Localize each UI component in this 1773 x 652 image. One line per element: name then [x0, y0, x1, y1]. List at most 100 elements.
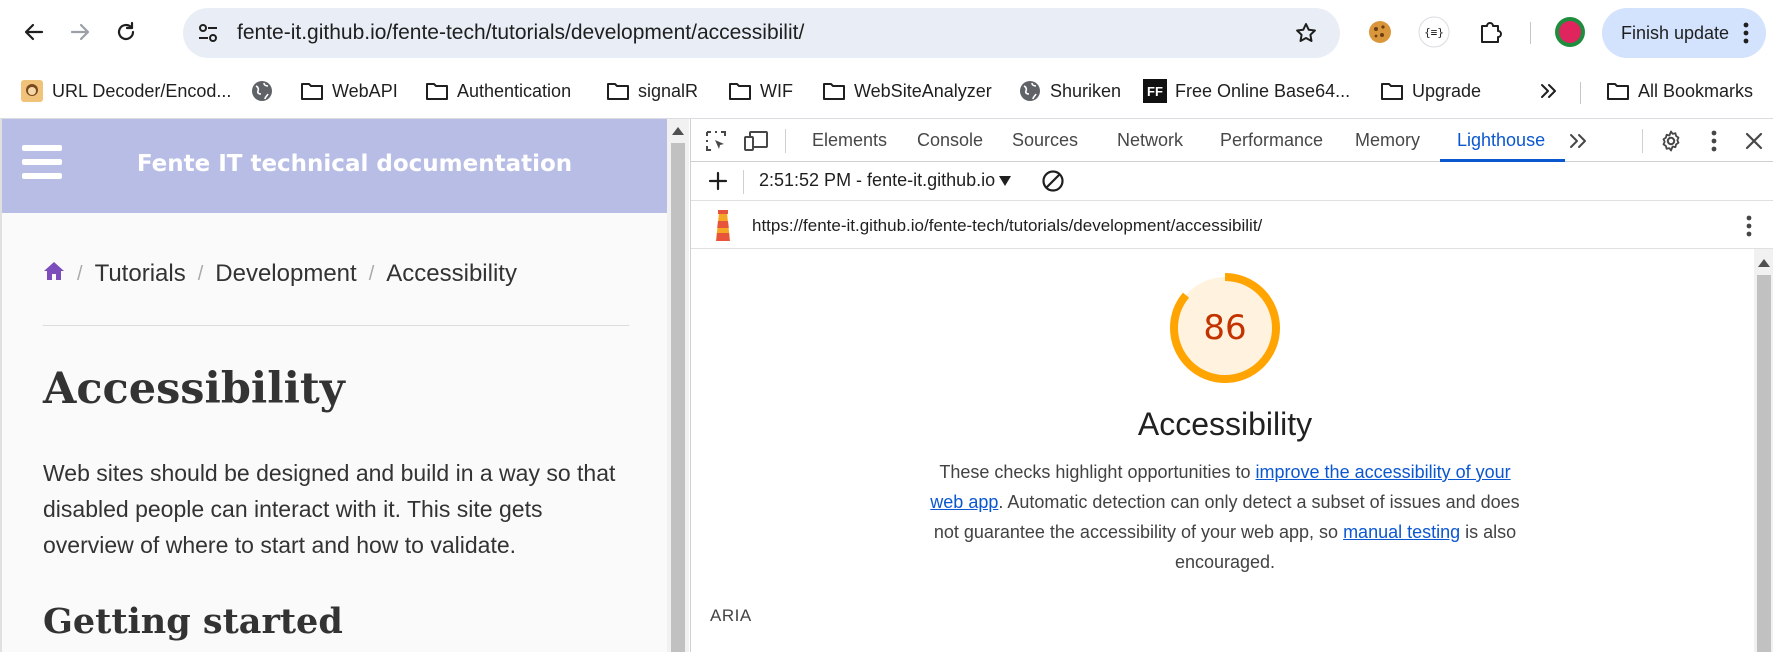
bookmarks-overflow-button[interactable] — [1536, 76, 1560, 106]
bookmark-label: WIF — [760, 80, 793, 101]
breadcrumb-separator: / — [77, 262, 83, 285]
settings-button[interactable] — [1658, 128, 1684, 154]
report-url[interactable]: https://fente-it.github.io/fente-tech/tu… — [752, 216, 1262, 236]
tab-network[interactable]: Network — [1117, 130, 1183, 151]
kebab-icon — [1711, 130, 1717, 152]
toolbar-divider — [1530, 22, 1531, 44]
all-bookmarks-label: All Bookmarks — [1638, 80, 1754, 101]
address-bar[interactable]: fente-it.github.io/fente-tech/tutorials/… — [183, 8, 1340, 58]
svg-text:{≡}: {≡} — [1424, 26, 1444, 39]
json-braces-icon: {≡} — [1418, 16, 1450, 48]
finish-update-button[interactable]: Finish update — [1602, 8, 1766, 58]
report-url-bar: https://fente-it.github.io/fente-tech/tu… — [691, 201, 1773, 249]
site-title[interactable]: Fente IT technical documentation — [102, 151, 607, 177]
score-value: 86 — [1203, 308, 1247, 348]
site-info-button[interactable] — [195, 20, 221, 46]
extensions-button[interactable] — [1472, 14, 1508, 50]
profile-button[interactable] — [1552, 14, 1588, 50]
bookmark-label: WebSiteAnalyzer — [854, 80, 992, 101]
home-icon[interactable] — [43, 260, 65, 288]
tab-memory[interactable]: Memory — [1355, 130, 1420, 151]
bookmark-star-button[interactable] — [1292, 19, 1320, 47]
back-arrow-icon — [24, 23, 44, 41]
device-toolbar-button[interactable] — [743, 128, 769, 154]
devtools-menu-button[interactable] — [1701, 128, 1727, 154]
tab-performance[interactable]: Performance — [1220, 130, 1323, 151]
report-menu-button[interactable] — [1740, 213, 1758, 239]
scrollbar-thumb[interactable] — [1757, 275, 1771, 652]
breadcrumb-divider — [43, 325, 629, 326]
bookmark-upgrade[interactable]: Upgrade — [1380, 76, 1481, 106]
scrollbar-thumb[interactable] — [671, 143, 685, 652]
bookmark-wif[interactable]: WIF — [728, 76, 793, 106]
hamburger-menu-icon[interactable] — [22, 145, 62, 179]
tab-elements[interactable]: Elements — [812, 130, 887, 151]
folder-icon — [1380, 79, 1404, 103]
folder-icon — [606, 79, 630, 103]
folder-icon — [1606, 79, 1630, 103]
bookmark-authentication[interactable]: Authentication — [425, 76, 571, 106]
tab-lighthouse[interactable]: Lighthouse — [1457, 130, 1545, 151]
url-text[interactable]: fente-it.github.io/fente-tech/tutorials/… — [237, 21, 804, 45]
bookmark-websiteanalyzer[interactable]: WebSiteAnalyzer — [822, 76, 992, 106]
tab-sources[interactable]: Sources — [1012, 130, 1078, 151]
bookmarks-bar: URL Decoder/Encod... WebAPI Authenticati… — [0, 66, 1773, 119]
forward-button[interactable] — [62, 14, 98, 50]
scroll-up-arrow-icon[interactable] — [672, 127, 684, 135]
devtools-panel: Elements Console Sources Network Perform… — [690, 119, 1773, 652]
page-scrollbar[interactable] — [667, 119, 689, 652]
puzzle-icon — [1481, 22, 1502, 43]
bookmark-webapi[interactable]: WebAPI — [300, 76, 398, 106]
all-bookmarks-button[interactable]: All Bookmarks — [1606, 76, 1753, 106]
bookmark-shuriken[interactable]: Shuriken — [1018, 76, 1121, 106]
breadcrumb-separator: / — [197, 262, 204, 285]
kebab-icon — [1746, 215, 1752, 237]
site-header: Fente IT technical documentation — [2, 119, 667, 213]
new-report-button[interactable] — [705, 168, 731, 194]
report-selector[interactable]: 2:51:52 PM - fente-it.github.io — [759, 170, 1012, 191]
browser-toolbar: fente-it.github.io/fente-tech/tutorials/… — [0, 0, 1773, 66]
bookmark-base64[interactable]: FF Free Online Base64... — [1143, 76, 1350, 106]
close-devtools-button[interactable] — [1741, 128, 1767, 154]
profile-avatar-icon — [1555, 17, 1585, 47]
bookmarks-divider — [1580, 82, 1581, 104]
device-icon — [744, 131, 768, 151]
more-tabs-button[interactable] — [1565, 128, 1591, 154]
score-gauge[interactable]: 86 — [1168, 271, 1282, 385]
bookmark-label: signalR — [638, 80, 699, 101]
breadcrumb-development[interactable]: Development — [215, 260, 356, 288]
back-button[interactable] — [16, 14, 52, 50]
bookmark-signalr[interactable]: signalR — [606, 76, 698, 106]
plus-icon — [708, 171, 728, 191]
bookmark-label: Shuriken — [1050, 80, 1122, 101]
tabs-divider — [1642, 129, 1643, 153]
globe-icon — [250, 79, 274, 103]
manual-testing-link[interactable]: manual testing — [1343, 522, 1460, 542]
devtools-scrollbar[interactable] — [1754, 249, 1773, 652]
folder-icon — [728, 79, 752, 103]
chevron-double-right-icon — [1536, 79, 1560, 103]
bookmark-label: URL Decoder/Encod... — [52, 80, 232, 101]
description-text: These checks highlight opportunities to — [939, 462, 1256, 482]
tab-console[interactable]: Console — [917, 130, 983, 151]
favicon-icon — [20, 79, 44, 103]
inspect-icon — [706, 131, 726, 151]
bookmark-url-decoder[interactable]: URL Decoder/Encod... — [20, 76, 231, 106]
clear-reports-button[interactable] — [1040, 168, 1066, 194]
report-selector-label: 2:51:52 PM - fente-it.github.io — [759, 170, 996, 190]
chevron-double-right-icon — [1570, 134, 1586, 148]
json-extension-button[interactable]: {≡} — [1416, 14, 1452, 50]
lighthouse-toolbar: 2:51:52 PM - fente-it.github.io — [691, 162, 1773, 201]
bookmark-label: Free Online Base64... — [1175, 80, 1351, 101]
reload-button[interactable] — [108, 14, 144, 50]
category-title: Accessibility — [1137, 406, 1313, 442]
breadcrumb-tutorials[interactable]: Tutorials — [95, 260, 186, 288]
breadcrumb-separator: / — [368, 262, 375, 285]
finish-update-label: Finish update — [1621, 23, 1730, 43]
bookmark-globe[interactable] — [250, 76, 274, 106]
audit-group-aria[interactable]: ARIA — [710, 606, 752, 626]
scroll-up-arrow-icon[interactable] — [1758, 259, 1770, 267]
folder-icon — [300, 79, 324, 103]
inspect-element-button[interactable] — [703, 128, 729, 154]
cookie-extension-button[interactable] — [1362, 14, 1398, 50]
